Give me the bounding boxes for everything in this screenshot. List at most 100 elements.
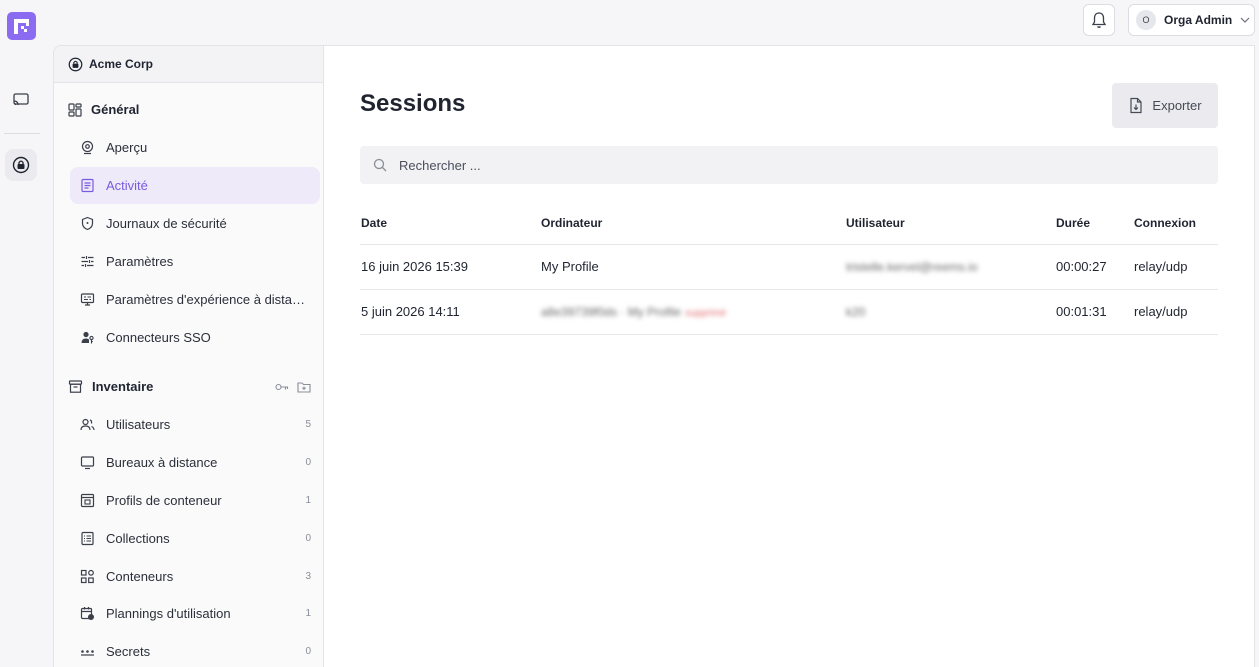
item-count: 5 [305, 419, 311, 430]
item-count: 1 [305, 495, 311, 506]
webcam-icon [81, 140, 94, 155]
sidebar-item-label: Paramètres [106, 254, 174, 269]
monitor-icon [80, 456, 95, 470]
table-row[interactable]: 5 juin 2026 14:11 a8e39739f0ds · My Prof… [360, 289, 1218, 335]
password-icon [81, 650, 94, 656]
export-button[interactable]: Exporter [1112, 83, 1218, 128]
sidebar-item-label: Paramètres d'expérience à distance [106, 292, 311, 307]
sidebar-item-label: Secrets [106, 644, 151, 659]
item-count: 0 [305, 533, 311, 544]
user-menu-button[interactable]: O Orga Admin [1128, 4, 1255, 36]
grid-icon [80, 569, 94, 584]
bell-icon [1091, 12, 1107, 28]
logo-icon [14, 18, 29, 34]
avatar: O [1136, 10, 1156, 30]
key-icon[interactable] [275, 381, 289, 393]
item-count: 1 [305, 608, 311, 619]
sidebar: Acme Corp Général Aperçu Activité Journa… [53, 45, 324, 667]
cell-computer-value: a8e39739f0ds · My Profile [541, 305, 682, 319]
sidebar-item-label: Conteneurs [106, 569, 174, 584]
sidebar-item-label: Activité [106, 178, 148, 193]
sidebar-item-secrets[interactable]: Secrets 0 [70, 633, 320, 667]
lock-circle-icon [68, 57, 83, 71]
search-bar [360, 146, 1218, 184]
sidebar-item-collections[interactable]: Collections 0 [70, 520, 320, 557]
cell-computer: a8e39739f0ds · My Profile supprimé [540, 289, 845, 335]
column-header-duration[interactable]: Durée [1055, 202, 1133, 245]
document-list-icon [81, 178, 94, 193]
table-header-row: Date Ordinateur Utilisateur Durée Connex… [360, 202, 1218, 245]
cell-user: tristelle.kervel@reems.io [845, 244, 1055, 290]
sidebar-item-label: Utilisateurs [106, 417, 171, 432]
export-label: Exporter [1152, 98, 1202, 113]
deleted-tag: supprimé [685, 308, 727, 319]
column-header-user[interactable]: Utilisateur [845, 202, 1055, 245]
sidebar-item-sso[interactable]: Connecteurs SSO [70, 319, 320, 356]
sidebar-item-label: Connecteurs SSO [106, 330, 211, 345]
app-logo[interactable] [7, 12, 36, 40]
list-icon [81, 531, 94, 546]
sidebar-item-label: Bureaux à distance [106, 455, 218, 470]
item-count: 0 [305, 457, 311, 468]
rail-organization-button[interactable] [5, 149, 37, 181]
notifications-button[interactable] [1083, 4, 1115, 36]
cell-connection: relay/udp [1133, 244, 1218, 290]
sidebar-item-settings[interactable]: Paramètres [70, 243, 320, 280]
section-general-title: Général [91, 102, 140, 117]
lock-circle-icon [12, 156, 30, 174]
column-header-computer[interactable]: Ordinateur [540, 202, 845, 245]
item-count: 3 [305, 571, 311, 582]
shield-icon [81, 216, 94, 231]
cell-user: k20 [845, 289, 1055, 335]
section-inventory-title: Inventaire [92, 379, 154, 394]
main-content: Sessions Exporter Date Ordinateur Utilis… [324, 45, 1255, 667]
org-header[interactable]: Acme Corp [54, 46, 323, 83]
page-title: Sessions [360, 90, 466, 117]
file-export-icon [1130, 97, 1143, 114]
chevron-down-icon [1240, 17, 1250, 23]
sidebar-item-label: Collections [106, 531, 170, 546]
sidebar-item-users[interactable]: Utilisateurs 5 [70, 406, 320, 443]
section-general: Général [68, 102, 311, 117]
table-row[interactable]: 16 juin 2026 15:39 My Profile tristelle.… [360, 244, 1218, 290]
sidebar-item-remote-desktops[interactable]: Bureaux à distance 0 [70, 444, 320, 481]
cell-date: 16 juin 2026 15:39 [360, 244, 540, 290]
column-header-connection[interactable]: Connexion [1133, 202, 1218, 245]
search-input[interactable] [399, 157, 1099, 173]
sidebar-item-label: Plannings d'utilisation [106, 606, 231, 621]
sidebar-item-usage-schedules[interactable]: Plannings d'utilisation 1 [70, 595, 320, 632]
cell-user-value: tristelle.kervel@reems.io [846, 260, 978, 274]
cell-user-value: k20 [846, 305, 866, 319]
folder-add-icon[interactable] [297, 381, 311, 393]
sidebar-item-label: Journaux de sécurité [106, 216, 227, 231]
cell-duration: 00:01:31 [1055, 289, 1133, 335]
column-header-date[interactable]: Date [360, 202, 540, 245]
user-name: Orga Admin [1164, 13, 1233, 27]
sidebar-item-label: Aperçu [106, 140, 148, 155]
container-profile-icon [80, 493, 95, 508]
monitor-settings-icon [80, 293, 95, 306]
section-inventory: Inventaire [68, 379, 311, 394]
rail-divider [4, 133, 40, 134]
org-name: Acme Corp [89, 57, 154, 71]
item-count: 0 [305, 646, 311, 657]
sessions-table: Date Ordinateur Utilisateur Durée Connex… [360, 202, 1218, 335]
calendar-clock-icon [80, 607, 94, 620]
search-icon [373, 158, 387, 172]
cell-connection: relay/udp [1133, 289, 1218, 335]
sidebar-item-security-logs[interactable]: Journaux de sécurité [70, 205, 320, 242]
dashboard-icon [68, 102, 82, 117]
rail-cast-button[interactable] [5, 84, 37, 116]
sidebar-item-overview[interactable]: Aperçu [70, 129, 320, 166]
sidebar-item-containers[interactable]: Conteneurs 3 [70, 558, 320, 595]
sidebar-item-container-profiles[interactable]: Profils de conteneur 1 [70, 482, 320, 519]
sidebar-item-label: Profils de conteneur [106, 493, 222, 508]
sidebar-item-activity[interactable]: Activité [70, 167, 320, 204]
cell-duration: 00:00:27 [1055, 244, 1133, 290]
cast-icon [13, 93, 29, 106]
user-key-icon [81, 331, 94, 344]
cell-date: 5 juin 2026 14:11 [360, 289, 540, 335]
sliders-icon [81, 256, 94, 267]
cell-computer: My Profile [540, 244, 845, 290]
sidebar-item-remote-experience[interactable]: Paramètres d'expérience à distance [70, 281, 320, 318]
